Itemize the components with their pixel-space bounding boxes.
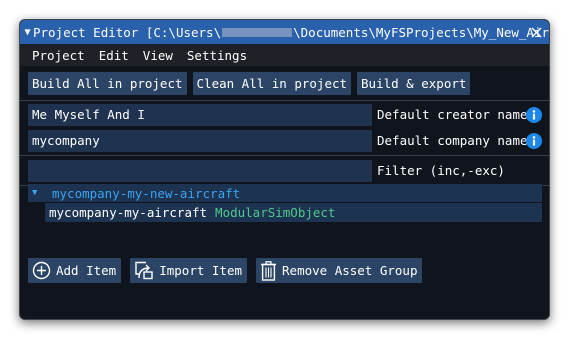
close-icon[interactable]: [527, 22, 545, 42]
import-item-button[interactable]: Import Item: [130, 258, 248, 283]
title-path-start: Project Editor [C:\Users\: [32, 24, 222, 40]
build-export-button[interactable]: Build & export: [357, 72, 471, 95]
remove-asset-group-button[interactable]: Remove Asset Group: [256, 258, 423, 283]
menu-settings[interactable]: Settings: [187, 48, 247, 63]
asset-actions: Add Item Import Item Remove Asset Group: [28, 258, 431, 283]
filter-label: Filter (inc,-exc): [377, 163, 505, 178]
remove-asset-group-label: Remove Asset Group: [282, 263, 418, 278]
build-toolbar: Build All in project Clean All in projec…: [28, 72, 471, 95]
info-icon[interactable]: [526, 132, 542, 149]
clean-all-button[interactable]: Clean All in project: [192, 72, 352, 95]
title-bar[interactable]: ▼ Project Editor [C:\Users\ \Documents\M…: [20, 20, 549, 44]
triangle-down-icon[interactable]: ▼: [22, 27, 33, 38]
build-all-button[interactable]: Build All in project: [28, 72, 187, 95]
creator-row: Me Myself And I Default creator name: [28, 103, 542, 126]
info-icon[interactable]: [526, 106, 542, 123]
menu-bar: Project Edit View Settings: [20, 44, 549, 66]
company-name-field[interactable]: mycompany: [28, 129, 372, 152]
import-icon: [135, 261, 153, 280]
window-title: Project Editor [C:\Users\ \Documents\MyF…: [33, 25, 549, 40]
add-circle-icon: [32, 261, 51, 280]
divider: [20, 100, 549, 101]
filter-row: Filter (inc,-exc): [28, 159, 542, 182]
filter-input[interactable]: [28, 159, 372, 182]
menu-view[interactable]: View: [143, 48, 173, 63]
import-item-label: Import Item: [159, 263, 243, 278]
divider: [20, 155, 549, 156]
asset-item-type: ModularSimObject: [215, 205, 336, 220]
asset-group-row[interactable]: ▼ mycompany-my-new-aircraft: [28, 184, 542, 202]
title-path-end: \Documents\MyFSProjects\My_New_Air: [293, 24, 549, 40]
triangle-down-icon[interactable]: ▼: [32, 188, 44, 198]
menu-project[interactable]: Project: [32, 48, 85, 63]
asset-group-name: mycompany-my-new-aircraft: [52, 185, 241, 201]
add-item-label: Add Item: [56, 263, 117, 278]
asset-item-name: mycompany-my-aircraft: [49, 205, 208, 220]
company-row: mycompany Default company name: [28, 129, 542, 152]
add-item-button[interactable]: Add Item: [28, 258, 122, 283]
company-name-label: Default company name: [377, 133, 528, 148]
creator-name-field[interactable]: Me Myself And I: [28, 103, 372, 126]
redacted-username: [222, 27, 293, 37]
creator-name-label: Default creator name: [377, 107, 528, 122]
asset-item-row[interactable]: mycompany-my-aircraft ModularSimObject: [45, 203, 542, 222]
trash-icon: [261, 260, 277, 281]
menu-edit[interactable]: Edit: [99, 48, 129, 63]
project-editor-window: ▼ Project Editor [C:\Users\ \Documents\M…: [19, 19, 550, 320]
